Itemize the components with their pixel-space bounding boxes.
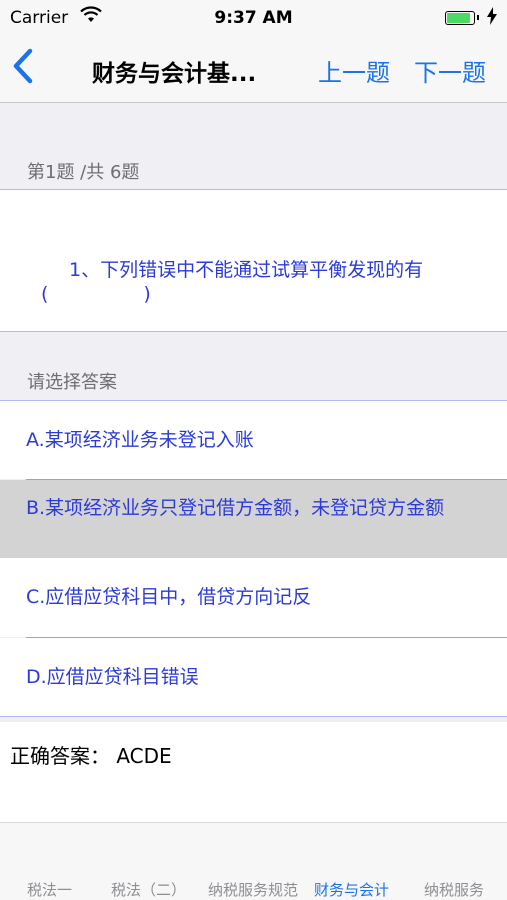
option-b[interactable]: B.某项经济业务只登记借方金额，未登记贷方金额 — [0, 480, 507, 558]
question-line: 1、下列错误中不能通过试算平衡发现的有 — [69, 259, 424, 281]
option-label: A.某项经济业务未登记入账 — [26, 429, 254, 451]
tab-finance-accounting[interactable]: 财务与会计 — [314, 879, 389, 900]
tab-tax-service[interactable]: 纳税服务 — [424, 879, 484, 900]
progress-header: 第1题 /共 6题 — [0, 148, 507, 188]
answer-section-title: 请选择答案 — [27, 372, 117, 393]
correct-answer-text: 正确答案： ACDE — [10, 744, 172, 768]
tab-tax-law-two[interactable]: 税法（二） — [111, 879, 186, 900]
battery-icon — [445, 11, 475, 25]
next-question-button[interactable]: 下一题 — [414, 53, 486, 88]
question-text: 1、下列错误中不能通过试算平衡发现的有 ( ) — [41, 258, 481, 306]
navigation-bar: 财务与会计基... 上一题 下一题 — [0, 36, 507, 103]
charging-icon — [487, 7, 497, 29]
correct-answer-panel: 正确答案： ACDE — [0, 722, 507, 823]
option-label: B.某项经济业务只登记借方金额，未登记贷方金额 — [26, 497, 445, 519]
back-button[interactable] — [10, 46, 44, 90]
question-blank: ( ) — [41, 283, 151, 305]
tab-bar: 税法一 税法（二） 纳税服务规范 财务与会计 纳税服务 — [0, 823, 507, 900]
option-label: D.应借应贷科目错误 — [26, 666, 199, 688]
option-c[interactable]: C.应借应贷科目中，借贷方向记反 — [0, 558, 507, 637]
clock: 9:37 AM — [214, 8, 293, 28]
page-title: 财务与会计基... — [92, 61, 257, 87]
progress-label: 第1题 /共 6题 — [27, 162, 140, 183]
option-d[interactable]: D.应借应贷科目错误 — [0, 638, 507, 716]
chevron-left-icon — [13, 48, 33, 84]
status-bar: Carrier 9:37 AM — [0, 0, 507, 36]
previous-question-button[interactable]: 上一题 — [318, 53, 390, 88]
tab-tax-service-standards[interactable]: 纳税服务规范 — [208, 879, 298, 900]
option-label: C.应借应贷科目中，借贷方向记反 — [26, 586, 312, 608]
option-a[interactable]: A.某项经济业务未登记入账 — [0, 401, 507, 479]
answer-section-header: 请选择答案 — [0, 358, 507, 398]
tab-tax-law-one[interactable]: 税法一 — [27, 879, 72, 900]
